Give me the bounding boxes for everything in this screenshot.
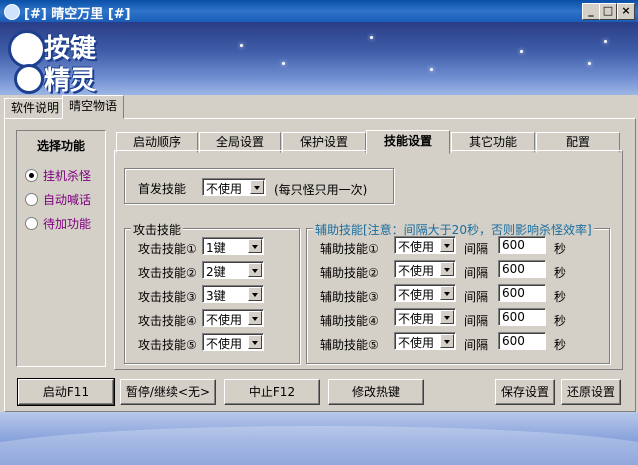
attack-skill-label-1: 攻击技能① <box>138 242 197 256</box>
aux-skill-label-4: 辅助技能④ <box>320 314 379 328</box>
star-icon <box>240 44 243 47</box>
logo: 按键 精灵 <box>6 26 116 95</box>
top-tab-bar: 软件说明 晴空物语 <box>0 95 638 119</box>
aux-interval-input-2[interactable]: 600 <box>498 260 546 278</box>
aux-unit-5: 秒 <box>554 338 567 352</box>
star-icon <box>282 62 285 65</box>
attack-skill-select-5[interactable]: 不使用 <box>202 333 264 351</box>
aux-skill-label-5: 辅助技能⑤ <box>320 338 379 352</box>
minimize-button[interactable]: _ <box>582 3 600 20</box>
aux-interval-label-4: 间隔 <box>464 314 489 328</box>
aux-interval-label-5: 间隔 <box>464 338 489 352</box>
chevron-down-icon[interactable] <box>248 263 262 277</box>
radio-icon[interactable] <box>25 217 38 230</box>
aux-interval-input-1[interactable]: 600 <box>498 236 546 254</box>
banner: 按键 精灵 <box>0 22 638 95</box>
tab-qingkong[interactable]: 晴空物语 <box>62 95 125 119</box>
star-icon <box>588 62 591 65</box>
aux-skill-label-1: 辅助技能① <box>320 242 379 256</box>
aux-skill-select-3[interactable]: 不使用 <box>394 284 456 302</box>
mascot-icon <box>8 30 46 68</box>
chevron-down-icon[interactable] <box>440 262 454 276</box>
attack-skill-select-3[interactable]: 3键 <box>202 285 264 303</box>
save-settings-button[interactable]: 保存设置 <box>495 379 555 405</box>
attack-skill-select-2[interactable]: 2键 <box>202 261 264 279</box>
star-icon <box>520 50 523 53</box>
attack-skill-title: 攻击技能 <box>131 221 184 238</box>
chevron-down-icon[interactable] <box>440 286 454 300</box>
aux-interval-label-1: 间隔 <box>464 242 489 256</box>
first-skill-note: (每只怪只用一次) <box>274 183 368 197</box>
chevron-down-icon[interactable] <box>248 311 262 325</box>
aux-interval-label-3: 间隔 <box>464 290 489 304</box>
restore-settings-button[interactable]: 还原设置 <box>561 379 621 405</box>
edit-hotkey-button[interactable]: 修改热键 <box>328 379 424 405</box>
footer-wave <box>0 426 638 465</box>
radio-icon[interactable] <box>25 169 38 182</box>
aux-unit-4: 秒 <box>554 314 567 328</box>
pause-resume-button[interactable]: 暂停/继续<无> <box>120 379 216 405</box>
aux-interval-input-4[interactable]: 600 <box>498 308 546 326</box>
attack-skill-label-4: 攻击技能④ <box>138 314 197 328</box>
first-skill-select[interactable]: 不使用 <box>202 178 266 196</box>
tab-software-info[interactable]: 软件说明 <box>4 98 67 119</box>
stop-button[interactable]: 中止F12 <box>224 379 320 405</box>
aux-unit-1: 秒 <box>554 242 567 256</box>
star-icon <box>370 36 373 39</box>
restore-button[interactable]: □ <box>599 3 617 20</box>
aux-interval-input-5[interactable]: 600 <box>498 332 546 350</box>
start-button[interactable]: 启动F11 <box>17 378 115 406</box>
star-icon <box>604 40 607 43</box>
option-auto-kill[interactable]: 挂机杀怪 <box>25 167 91 184</box>
aux-skill-label-2: 辅助技能② <box>320 266 379 280</box>
star-icon <box>430 68 433 71</box>
chevron-down-icon[interactable] <box>248 335 262 349</box>
chevron-down-icon[interactable] <box>440 310 454 324</box>
attack-skill-select-1[interactable]: 1键 <box>202 237 264 255</box>
option-pending[interactable]: 待加功能 <box>25 215 91 232</box>
app-icon <box>4 4 20 20</box>
chevron-down-icon[interactable] <box>248 287 262 301</box>
aux-unit-2: 秒 <box>554 266 567 280</box>
aux-skill-select-1[interactable]: 不使用 <box>394 236 456 254</box>
aux-interval-input-3[interactable]: 600 <box>498 284 546 302</box>
chevron-down-icon[interactable] <box>250 180 264 194</box>
chevron-down-icon[interactable] <box>440 238 454 252</box>
option-auto-shout[interactable]: 自动喊话 <box>25 191 91 208</box>
chevron-down-icon[interactable] <box>248 239 262 253</box>
aux-unit-3: 秒 <box>554 290 567 304</box>
attack-skill-label-3: 攻击技能③ <box>138 290 197 304</box>
aux-skill-label-3: 辅助技能③ <box>320 290 379 304</box>
function-panel: 选择功能 挂机杀怪 自动喊话 待加功能 <box>16 130 106 367</box>
aux-interval-label-2: 间隔 <box>464 266 489 280</box>
logo-line-2: 精灵 <box>44 66 97 95</box>
tab-skill-settings[interactable]: 技能设置 <box>366 130 450 154</box>
chevron-down-icon[interactable] <box>440 334 454 348</box>
radio-icon[interactable] <box>25 193 38 206</box>
aux-skill-select-2[interactable]: 不使用 <box>394 260 456 278</box>
attack-skill-label-2: 攻击技能② <box>138 266 197 280</box>
first-skill-label: 首发技能 <box>138 182 187 196</box>
footer-banner <box>0 412 638 465</box>
aux-skill-select-5[interactable]: 不使用 <box>394 332 456 350</box>
window-title: [#] 晴空万里 [#] <box>24 7 131 22</box>
attack-skill-select-4[interactable]: 不使用 <box>202 309 264 327</box>
mascot-icon-small <box>14 64 44 94</box>
attack-skill-label-5: 攻击技能⑤ <box>138 338 197 352</box>
close-button[interactable]: × <box>617 3 635 20</box>
title-bar[interactable]: [#] 晴空万里 [#] _ □ × <box>0 0 638 22</box>
function-panel-title: 选择功能 <box>36 139 85 153</box>
aux-skill-select-4[interactable]: 不使用 <box>394 308 456 326</box>
